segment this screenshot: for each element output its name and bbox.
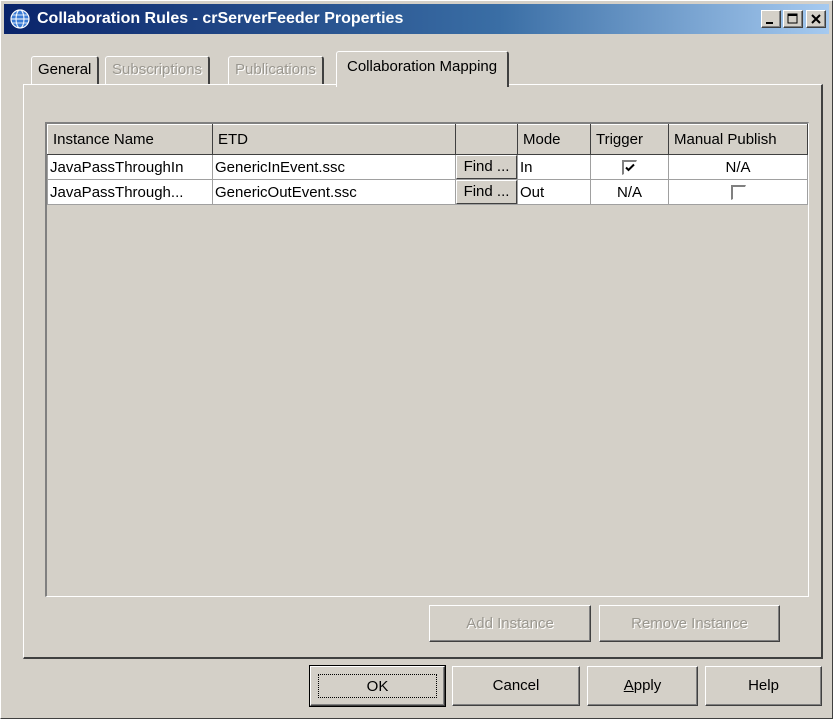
properties-dialog: Collaboration Rules - crServerFeeder Pro… <box>0 0 833 719</box>
column-header-etd[interactable]: ETD <box>212 124 456 155</box>
column-header-manual-publish[interactable]: Manual Publish <box>668 124 808 155</box>
close-button[interactable] <box>806 10 826 28</box>
minimize-icon <box>766 22 773 24</box>
tab-panel: Instance Name ETD Mode Trigger Manual Pu… <box>23 84 823 659</box>
find-cell: Find ... <box>455 179 518 205</box>
ok-button[interactable]: OK <box>309 665 446 707</box>
cancel-button[interactable]: Cancel <box>452 666 580 706</box>
etd-cell[interactable]: GenericInEvent.ssc <box>212 154 456 180</box>
find-cell: Find ... <box>455 154 518 180</box>
trigger-checkbox[interactable] <box>622 160 637 176</box>
trigger-cell <box>590 154 669 180</box>
etd-cell[interactable]: GenericOutEvent.ssc <box>212 179 456 205</box>
maximize-button[interactable] <box>783 10 803 28</box>
tab-general[interactable]: General <box>31 56 100 84</box>
title-bar[interactable]: Collaboration Rules - crServerFeeder Pro… <box>4 4 829 34</box>
tab-subscriptions[interactable]: Subscriptions <box>105 56 211 84</box>
instance-table-area: Instance Name ETD Mode Trigger Manual Pu… <box>45 122 809 597</box>
ok-button-label: OK <box>318 674 437 698</box>
find-button[interactable]: Find ... <box>456 180 517 204</box>
apply-button[interactable]: Apply <box>587 666 698 706</box>
minimize-button[interactable] <box>761 10 781 28</box>
instance-name-cell[interactable]: JavaPassThroughIn <box>47 154 213 180</box>
mode-cell[interactable]: In <box>517 154 591 180</box>
tab-collaboration-mapping[interactable]: Collaboration Mapping <box>336 51 510 87</box>
close-icon <box>811 14 821 24</box>
find-button[interactable]: Find ... <box>456 155 517 179</box>
manual-publish-cell <box>668 179 808 205</box>
column-header-trigger[interactable]: Trigger <box>590 124 669 155</box>
mode-cell[interactable]: Out <box>517 179 591 205</box>
apply-button-label: Apply <box>623 677 662 694</box>
trigger-cell: N/A <box>590 179 669 205</box>
globe-icon <box>10 9 30 29</box>
instance-table: Instance Name ETD Mode Trigger Manual Pu… <box>47 124 808 205</box>
manual-publish-cell: N/A <box>668 154 808 180</box>
tab-publications[interactable]: Publications <box>228 56 324 84</box>
instance-name-cell[interactable]: JavaPassThrough... <box>47 179 213 205</box>
window-title: Collaboration Rules - crServerFeeder Pro… <box>37 10 404 27</box>
manual-publish-checkbox[interactable] <box>730 185 746 201</box>
table-header-row: Instance Name ETD Mode Trigger Manual Pu… <box>47 124 808 155</box>
table-row[interactable]: JavaPassThroughIn GenericInEvent.ssc Fin… <box>47 154 808 180</box>
column-header-instance-name[interactable]: Instance Name <box>47 124 213 155</box>
maximize-icon <box>787 13 798 24</box>
column-header-find[interactable] <box>455 124 518 155</box>
table-row[interactable]: JavaPassThrough... GenericOutEvent.ssc F… <box>47 179 808 205</box>
help-button[interactable]: Help <box>705 666 822 706</box>
remove-instance-button[interactable]: Remove Instance <box>599 605 780 642</box>
checkmark-icon <box>625 163 635 172</box>
add-instance-button[interactable]: Add Instance <box>429 605 591 642</box>
column-header-mode[interactable]: Mode <box>517 124 591 155</box>
